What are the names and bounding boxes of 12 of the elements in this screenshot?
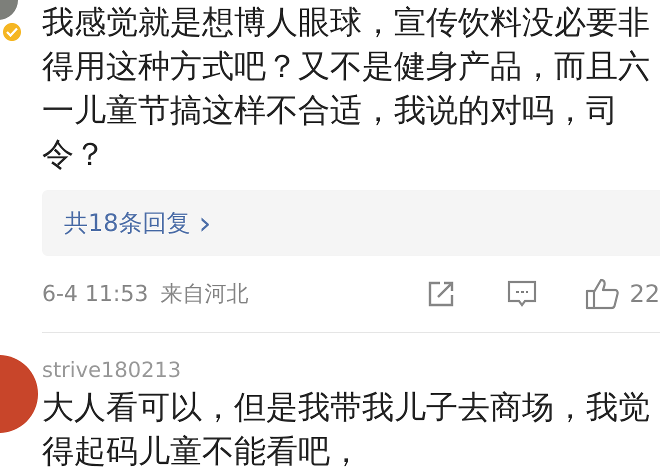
chevron-icon[interactable]: › (198, 199, 212, 247)
share-icon[interactable] (427, 280, 456, 308)
comment-text: 我感觉就是想博人眼球，宣传饮料没必要非得用这种方式吧？又不是健身产品，而且六一儿童节搞这样不合适，我说的对吗，司令？ (42, 2, 651, 175)
timestamp: 6-4 11:53 (42, 280, 148, 308)
comment-icon[interactable] (507, 279, 538, 309)
like-count: 22 (629, 279, 660, 310)
replies-box[interactable]: 共18条回复 › (42, 190, 660, 256)
comment-text: 大人看可以，但是我带我儿子去商场，我觉得起码儿童不能看吧， (42, 387, 651, 472)
thumbs-up-icon[interactable] (585, 278, 620, 310)
username[interactable]: strive180213 (42, 357, 660, 383)
reply-count-link[interactable]: 共18条回复 (64, 205, 191, 241)
location: 来自河北 (160, 280, 248, 308)
